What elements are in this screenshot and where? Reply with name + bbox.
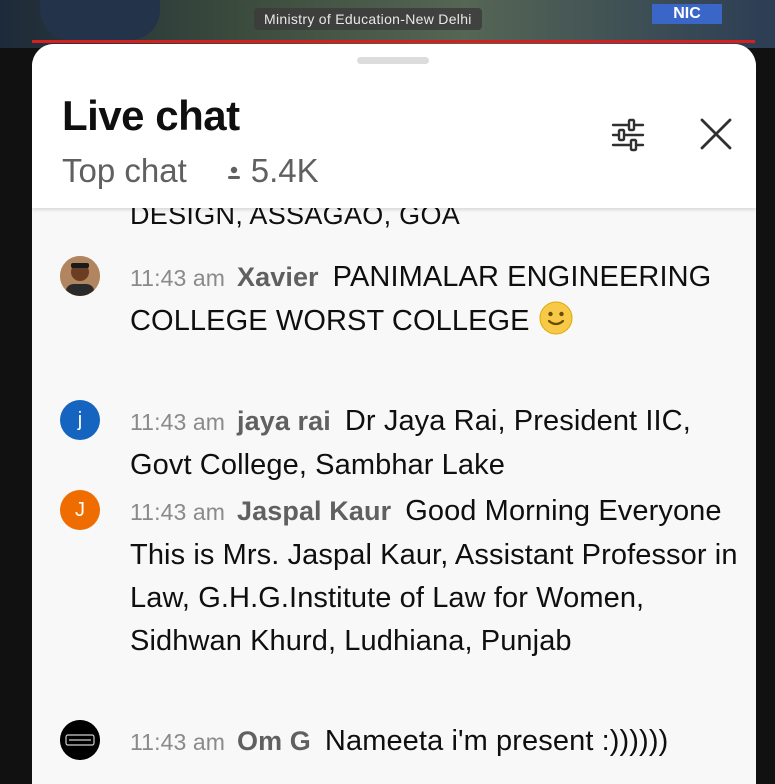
close-icon[interactable] <box>696 114 736 154</box>
video-progress-bar[interactable] <box>32 40 755 43</box>
avatar[interactable]: j <box>60 400 100 440</box>
message-text: Nameeta i'm present :)))))) <box>324 725 669 757</box>
chat-mode-selector[interactable]: Top chat 5.4K <box>62 152 319 190</box>
person-icon <box>227 166 240 179</box>
video-presenter <box>40 0 160 40</box>
viewer-count: 5.4K <box>225 152 319 190</box>
user-photo-icon <box>60 256 100 296</box>
video-player-strip[interactable]: Ministry of Education-New Delhi NIC <box>0 0 775 48</box>
message-author[interactable]: jaya rai <box>237 406 331 436</box>
message-timestamp: 11:43 am <box>130 499 225 525</box>
channel-logo-icon <box>60 720 100 760</box>
avatar[interactable] <box>60 256 100 296</box>
avatar-letter: j <box>77 409 83 431</box>
message-author[interactable]: Xavier <box>237 262 319 292</box>
chat-message: 11:43 am Om G Nameeta i'm present :)))))) <box>60 720 740 764</box>
message-author[interactable]: Jaspal Kaur <box>237 496 391 526</box>
filter-settings-icon[interactable] <box>610 117 646 153</box>
chat-message: J 11:43 am Jaspal Kaur Good Morning Everyo… <box>60 490 740 663</box>
live-chat-panel: Live chat Top chat 5.4K DESIGN, ASSAGAO,… <box>32 44 756 784</box>
avatar[interactable] <box>60 720 100 760</box>
avatar-letter: J <box>75 499 85 521</box>
viewer-count-value: 5.4K <box>250 152 319 189</box>
video-logo: NIC <box>652 4 722 24</box>
chat-message-list[interactable]: DESIGN, ASSAGAO, GOA 11:43 am Xavier PANIM… <box>32 200 756 784</box>
video-banner: Ministry of Education-New Delhi <box>254 8 482 30</box>
chat-message: 11:43 am Xavier PANIMALAR ENGINEERING COLL… <box>60 256 740 343</box>
chat-mode-label: Top chat <box>62 152 187 189</box>
avatar[interactable]: J <box>60 490 100 530</box>
slightly-smiling-face-icon <box>539 301 573 335</box>
drag-handle[interactable] <box>357 57 429 64</box>
live-chat-title: Live chat <box>62 92 240 139</box>
chat-message: j 11:43 am jaya rai Dr Jaya Rai, President… <box>60 400 740 487</box>
message-timestamp: 11:43 am <box>130 729 225 755</box>
message-timestamp: 11:43 am <box>130 265 225 291</box>
message-author[interactable]: Om G <box>237 726 311 756</box>
message-timestamp: 11:43 am <box>130 409 225 435</box>
live-chat-header: Live chat Top chat 5.4K <box>32 44 756 208</box>
